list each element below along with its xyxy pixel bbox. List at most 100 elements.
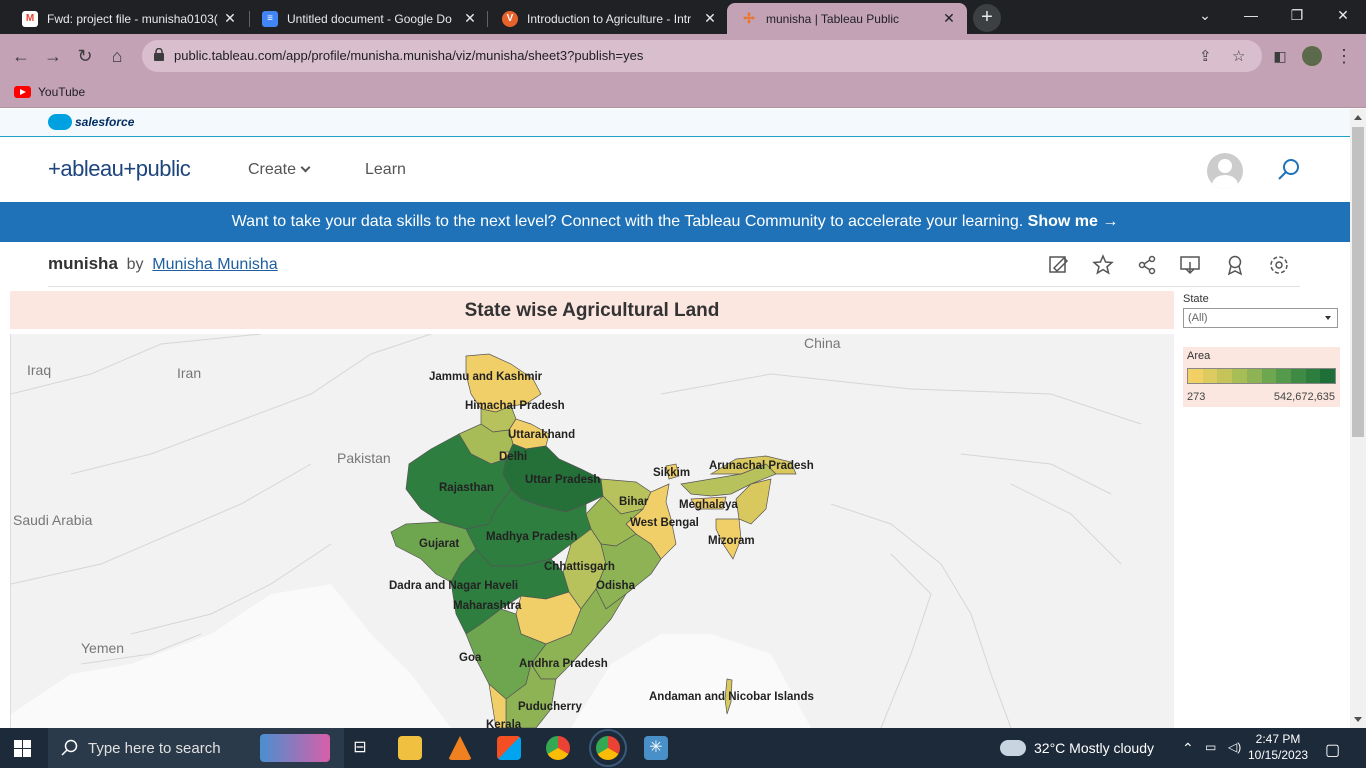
salesforce-bar: salesforce xyxy=(0,109,1350,137)
share-icon[interactable] xyxy=(1136,254,1158,276)
reload-icon[interactable]: ↻ xyxy=(72,43,98,69)
chevron-up-icon[interactable]: ⌃ xyxy=(1182,740,1194,757)
youtube-icon xyxy=(14,86,31,98)
browser-tab-gmail[interactable]: M Fwd: project file - munisha0103( ✕ xyxy=(8,3,248,34)
taskbar-clock[interactable]: 2:47 PM 10/15/2023 xyxy=(1248,731,1308,763)
bookmark-star-icon[interactable]: ☆ xyxy=(1232,47,1245,65)
show-me-link[interactable]: Show me → xyxy=(1028,213,1119,230)
state-label: Rajasthan xyxy=(439,482,494,494)
country-label: Yemen xyxy=(81,640,124,656)
user-avatar[interactable] xyxy=(1207,153,1243,189)
forward-icon[interactable]: → xyxy=(40,43,66,69)
browser-tab-tableau[interactable]: ✢ munisha | Tableau Public ✕ xyxy=(727,3,967,34)
state-label: Mizoram xyxy=(708,535,755,547)
home-icon[interactable]: ⌂ xyxy=(104,43,130,69)
site-header: +ableau+public Create Learn xyxy=(0,138,1350,202)
weather-widget[interactable]: 32°C Mostly cloudy xyxy=(1000,740,1154,756)
favorite-star-icon[interactable] xyxy=(1092,254,1114,276)
tableau-page: salesforce +ableau+public Create Learn W… xyxy=(0,109,1350,728)
edit-icon[interactable] xyxy=(1048,254,1070,276)
address-bar[interactable]: public.tableau.com/app/profile/munisha.m… xyxy=(142,40,1262,72)
country-label: Pakistan xyxy=(337,450,391,466)
battery-icon[interactable]: ▭ xyxy=(1205,740,1216,754)
nav-create[interactable]: Create xyxy=(248,161,311,179)
state-label: Uttar Pradesh xyxy=(525,474,600,486)
volume-icon[interactable]: ◁) xyxy=(1228,740,1241,754)
gmail-icon: M xyxy=(22,10,38,27)
file-explorer-icon[interactable] xyxy=(398,736,422,760)
taskbar-search[interactable]: Type here to search xyxy=(48,728,344,768)
task-view-icon[interactable]: ⊟ xyxy=(348,736,372,760)
dashboard-title: State wise Agricultural Land xyxy=(10,291,1174,329)
chrome-icon[interactable] xyxy=(546,736,570,760)
scroll-up-icon[interactable] xyxy=(1354,115,1362,120)
sidebar-icon[interactable]: ◧ xyxy=(1267,43,1293,69)
profile-avatar[interactable] xyxy=(1299,43,1325,69)
award-icon[interactable] xyxy=(1224,254,1246,276)
state-label: Bihar xyxy=(619,496,649,508)
windows-taskbar: Type here to search ⊟ ✳ 32°C Mostly clou… xyxy=(0,728,1366,768)
v-icon: V xyxy=(502,10,518,27)
author-link[interactable]: Munisha Munisha xyxy=(152,256,277,273)
vlc-icon[interactable] xyxy=(448,736,472,760)
download-icon[interactable] xyxy=(1179,254,1201,276)
bookmark-youtube[interactable]: YouTube xyxy=(14,85,85,99)
chevron-down-icon xyxy=(300,162,311,173)
country-label: Iran xyxy=(177,365,201,381)
state-label: Madhya Pradesh xyxy=(486,531,577,543)
tab-search-icon[interactable]: ⌄ xyxy=(1182,0,1228,32)
legend-swatch xyxy=(1276,369,1291,383)
state-label: Odisha xyxy=(596,580,636,592)
state-label: Dadra and Nagar Haveli xyxy=(389,580,518,592)
microsoft-store-icon[interactable] xyxy=(497,736,521,760)
area-color-legend: Area 273 542,672,635 xyxy=(1183,347,1340,407)
browser-toolbar: ← → ↻ ⌂ public.tableau.com/app/profile/m… xyxy=(0,34,1366,78)
minimize-button[interactable]: — xyxy=(1228,0,1274,32)
state-label: Gujarat xyxy=(419,538,459,550)
settings-gear-icon[interactable] xyxy=(1268,254,1290,276)
state-label: Goa xyxy=(459,652,482,664)
state-label: Maharashtra xyxy=(453,600,522,612)
legend-swatch xyxy=(1188,369,1203,383)
back-icon[interactable]: ← xyxy=(8,43,34,69)
state-label: Andaman and Nicobar Islands xyxy=(649,691,814,703)
lock-icon xyxy=(154,48,164,61)
page-scrollbar[interactable] xyxy=(1350,109,1366,728)
scroll-down-icon[interactable] xyxy=(1354,717,1362,722)
tableau-public-logo[interactable]: +ableau+public xyxy=(48,156,191,182)
search-icon xyxy=(61,739,78,756)
windows-start-icon[interactable] xyxy=(14,740,31,757)
legend-swatch xyxy=(1261,369,1277,383)
nav-learn[interactable]: Learn xyxy=(365,161,406,179)
close-window-button[interactable]: ✕ xyxy=(1320,0,1366,32)
close-tab-icon[interactable]: ✕ xyxy=(702,10,718,27)
chrome-active-icon[interactable] xyxy=(589,729,627,767)
india-map[interactable]: China Iraq Iran Pakistan Saudi Arabia Ye… xyxy=(10,334,1174,728)
browser-tab-agriculture[interactable]: V Introduction to Agriculture - Intr ✕ xyxy=(488,3,728,34)
close-tab-icon[interactable]: ✕ xyxy=(462,10,478,27)
state-filter-dropdown[interactable]: (All) xyxy=(1183,308,1338,328)
snip-icon[interactable]: ✳ xyxy=(644,736,668,760)
legend-label: Area xyxy=(1187,350,1211,362)
state-label: Puducherry xyxy=(518,701,583,713)
map-canvas[interactable]: China Iraq Iran Pakistan Saudi Arabia Ye… xyxy=(11,334,1174,728)
notification-icon[interactable]: ▢ xyxy=(1325,740,1340,760)
restore-button[interactable]: ❐ xyxy=(1274,0,1320,32)
browser-menu-icon[interactable]: ⋮ xyxy=(1331,43,1357,69)
scroll-thumb[interactable] xyxy=(1352,127,1364,437)
browser-tab-strip: M Fwd: project file - munisha0103( ✕ ≡ U… xyxy=(0,0,1366,34)
state-label: Meghalaya xyxy=(679,499,738,511)
cloud-icon xyxy=(1000,740,1026,756)
state-label: Andhra Pradesh xyxy=(519,658,608,670)
new-tab-button[interactable]: + xyxy=(973,4,1001,32)
search-icon[interactable] xyxy=(1277,158,1301,182)
share-icon[interactable]: ⇪ xyxy=(1199,47,1212,65)
close-tab-icon[interactable]: ✕ xyxy=(222,10,238,27)
close-tab-icon[interactable]: ✕ xyxy=(941,10,957,27)
state-label: Sikkim xyxy=(653,467,690,479)
state-filter: State (All) xyxy=(1183,293,1339,328)
salesforce-logo[interactable]: salesforce xyxy=(48,114,134,130)
state-label: Jammu and Kashmir xyxy=(429,371,543,383)
browser-tab-docs[interactable]: ≡ Untitled document - Google Do ✕ xyxy=(248,3,488,34)
legend-swatch xyxy=(1202,369,1218,383)
